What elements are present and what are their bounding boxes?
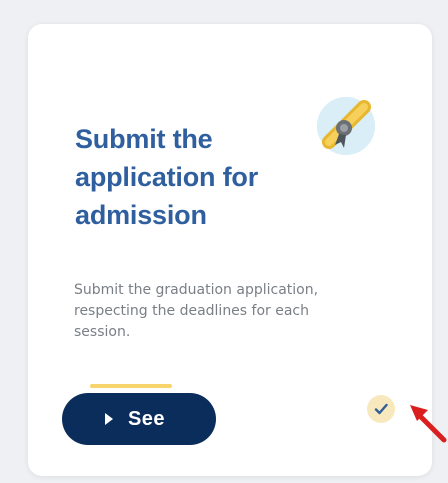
graduation-medal-icon [317,97,375,155]
application-card: Submit the application for admission Sub… [28,24,432,476]
card-description: Submit the graduation application, respe… [74,282,319,340]
red-arrow-icon [410,405,447,443]
check-icon [367,395,395,423]
page-title: Submit the application for admission [75,124,259,230]
see-button-label: See [127,407,166,430]
accent-divider [90,384,172,388]
see-button[interactable]: See [62,393,216,445]
play-icon [104,413,113,425]
